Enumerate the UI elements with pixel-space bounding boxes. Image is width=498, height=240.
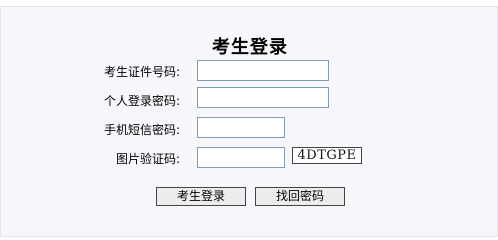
password-input[interactable]	[197, 87, 329, 108]
exam-id-label: 考生证件号码:	[104, 65, 181, 79]
captcha-label: 图片验证码:	[116, 152, 181, 166]
login-button[interactable]: 考生登录	[156, 187, 246, 206]
password-label: 个人登录密码:	[104, 94, 181, 108]
sms-code-label: 手机短信密码:	[104, 123, 181, 137]
sms-code-input[interactable]	[197, 117, 285, 138]
captcha-image[interactable]: 4DTGPE	[292, 147, 362, 164]
retrieve-password-button[interactable]: 找回密码	[255, 187, 345, 206]
captcha-input[interactable]	[197, 147, 285, 168]
page-title: 考生登录	[212, 37, 288, 58]
exam-id-input[interactable]	[197, 60, 329, 81]
